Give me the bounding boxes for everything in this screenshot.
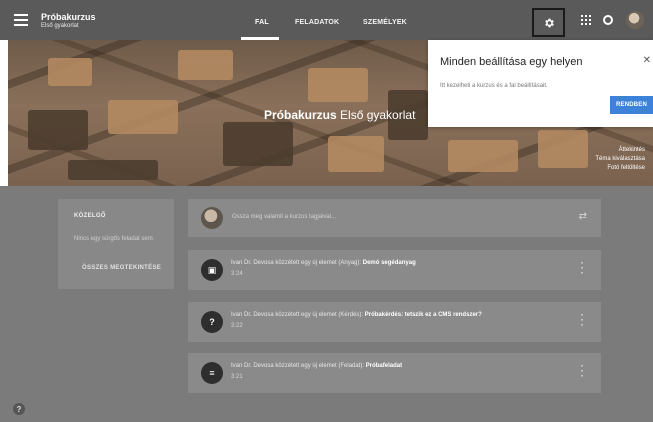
stream-item-text: Ivan Dr. Devosa közzétett egy új elemet …	[231, 260, 416, 266]
assignment-icon: ≡	[201, 362, 223, 384]
repost-icon[interactable]: ⇄	[579, 211, 587, 222]
more-options-icon[interactable]: · · ·	[581, 362, 584, 382]
user-avatar	[201, 207, 223, 229]
upcoming-empty-text: Nincs egy sürgős feladat sem	[74, 236, 153, 242]
help-icon[interactable]: ?	[13, 403, 25, 415]
banner-link-select-theme[interactable]: Téma kiválasztása	[595, 155, 645, 164]
material-icon: ▣	[201, 259, 223, 281]
composer-placeholder: Ossza meg valamit a kurzus tagjaival...	[232, 214, 337, 220]
banner-image-detail	[48, 58, 92, 86]
upcoming-card: KÖZELGŐ Nincs egy sürgős feladat sem ÖSS…	[58, 199, 174, 289]
settings-tooltip-popup: Minden beállítása egy helyen ✕ Itt kezel…	[428, 40, 653, 127]
banner-image-detail	[108, 100, 178, 134]
banner-image-detail	[448, 140, 518, 172]
top-app-bar: Próbakurzus Első gyakorlat FAL FELADATOK…	[0, 0, 653, 40]
banner-image-detail	[28, 110, 88, 150]
stream-item-prefix: Ivan Dr. Devosa közzétett egy új elemet …	[231, 312, 365, 318]
menu-icon[interactable]	[14, 14, 28, 26]
course-subtitle: Első gyakorlat	[41, 23, 79, 29]
stream-item-time: 3:22	[231, 323, 243, 329]
settings-button[interactable]	[532, 8, 565, 37]
stream-item[interactable]: ? Ivan Dr. Devosa közzétett egy új eleme…	[188, 302, 601, 342]
more-options-icon[interactable]: · · ·	[581, 259, 584, 279]
banner-image-detail	[223, 122, 293, 166]
question-icon: ?	[201, 311, 223, 333]
apps-icon[interactable]	[581, 15, 591, 25]
more-options-icon[interactable]: · · ·	[581, 311, 584, 331]
banner-image-detail	[68, 160, 158, 180]
ok-button[interactable]: RENDBEN	[610, 96, 653, 114]
tab-people[interactable]: SZEMÉLYEK	[363, 19, 407, 26]
banner-link-upload-photo[interactable]: Fotó feltöltése	[595, 164, 645, 173]
course-title[interactable]: Próbakurzus	[41, 12, 96, 22]
popup-body: Itt kezelheti a kurzus és a fal beállítá…	[440, 83, 548, 89]
close-icon[interactable]: ✕	[643, 55, 651, 66]
stream-item-title[interactable]: Demó segédanyag	[363, 260, 416, 266]
tab-classwork[interactable]: FELADATOK	[295, 19, 339, 26]
view-all-button[interactable]: ÖSSZES MEGTEKINTÉSE	[82, 265, 161, 271]
stream-item-prefix: Ivan Dr. Devosa közzétett egy új elemet …	[231, 260, 363, 266]
banner-link-overview[interactable]: Áttekintés	[595, 146, 645, 155]
stream-item-time: 3:21	[231, 374, 243, 380]
popup-title: Minden beállítása egy helyen	[440, 56, 583, 68]
stream-item-prefix: Ivan Dr. Devosa közzétett egy új elemet …	[231, 363, 366, 369]
account-avatar[interactable]	[626, 11, 644, 29]
banner-title: Próbakurzus Első gyakorlat	[264, 108, 415, 122]
banner-course-name: Próbakurzus	[264, 108, 337, 122]
stream-item-time: 3:24	[231, 271, 243, 277]
banner-course-section: Első gyakorlat	[340, 108, 416, 122]
banner-image-detail	[328, 136, 384, 172]
gear-icon	[544, 18, 554, 27]
stream-item-text: Ivan Dr. Devosa közzétett egy új elemet …	[231, 363, 402, 369]
stream-item-title[interactable]: Próbakérdés: tetszik ez a CMS rendszer?	[365, 312, 482, 318]
stream-item[interactable]: ▣ Ivan Dr. Devosa közzétett egy új eleme…	[188, 250, 601, 290]
banner-links: Áttekintés Téma kiválasztása Fotó feltöl…	[595, 146, 645, 173]
banner-image-detail	[538, 130, 588, 168]
tab-stream[interactable]: FAL	[255, 19, 269, 26]
share-composer[interactable]: Ossza meg valamit a kurzus tagjaival... …	[188, 199, 601, 237]
stream-item-title[interactable]: Próbafeladat	[366, 363, 402, 369]
stream-item-text: Ivan Dr. Devosa közzétett egy új elemet …	[231, 312, 482, 318]
banner-image-detail	[308, 68, 368, 102]
notifications-icon[interactable]	[603, 15, 613, 25]
upcoming-title: KÖZELGŐ	[74, 213, 106, 219]
stream-item[interactable]: ≡ Ivan Dr. Devosa közzétett egy új eleme…	[188, 353, 601, 393]
banner-image-detail	[178, 50, 233, 80]
